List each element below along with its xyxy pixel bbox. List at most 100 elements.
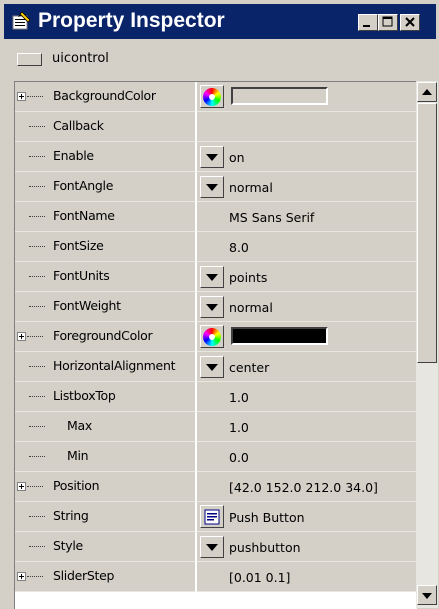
expand-icon[interactable] (17, 572, 26, 581)
property-row[interactable]: FontWeight normal (15, 292, 417, 322)
property-row[interactable]: Max 1.0 (15, 412, 417, 442)
color-picker-button[interactable] (200, 325, 224, 348)
tree-connector (29, 426, 45, 428)
property-name: FontSize (53, 238, 104, 253)
property-value[interactable]: 1.0 (229, 420, 249, 436)
property-value-cell[interactable]: 0.0 (196, 442, 417, 472)
dropdown-arrow-icon[interactable] (200, 176, 224, 198)
property-name: FontUnits (53, 268, 110, 283)
property-value[interactable]: normal (229, 180, 273, 196)
color-picker-button[interactable] (200, 85, 224, 108)
property-name-cell[interactable]: FontSize (15, 232, 195, 262)
property-name-cell[interactable]: FontUnits (15, 262, 195, 292)
property-value[interactable]: points (229, 270, 267, 286)
property-name-cell[interactable]: FontName (15, 202, 195, 232)
property-name-cell[interactable]: Position (15, 472, 195, 502)
scroll-down-button[interactable] (417, 585, 437, 605)
close-button[interactable] (400, 14, 420, 31)
minimize-button[interactable] (358, 14, 378, 31)
property-name-cell[interactable]: SliderStep (15, 562, 195, 592)
property-name-cell[interactable]: Callback (15, 112, 195, 142)
property-value-cell[interactable]: [42.0 152.0 212.0 34.0] (196, 472, 417, 502)
property-value[interactable]: normal (229, 300, 273, 316)
property-value-cell[interactable]: 8.0 (196, 232, 417, 262)
property-row[interactable]: ListboxTop 1.0 (15, 382, 417, 412)
property-name-cell[interactable]: Max (15, 412, 195, 442)
property-row[interactable]: Position [42.0 152.0 212.0 34.0] (15, 472, 417, 502)
string-editor-button[interactable] (200, 505, 224, 528)
property-value-cell[interactable]: pushbutton (196, 532, 417, 562)
property-name-cell[interactable]: FontWeight (15, 292, 195, 322)
property-value-cell[interactable]: normal (196, 292, 417, 322)
property-value-cell[interactable]: MS Sans Serif (196, 202, 417, 232)
property-value[interactable]: pushbutton (229, 540, 301, 556)
dropdown-arrow-icon[interactable] (200, 356, 224, 378)
scroll-up-button[interactable] (417, 82, 437, 102)
property-row[interactable]: SliderStep [0.01 0.1] (15, 562, 417, 592)
window-title: Property Inspector (38, 9, 225, 32)
tree-connector (29, 216, 45, 218)
scroll-thumb[interactable] (417, 103, 437, 363)
tree-connector (27, 336, 43, 338)
property-name-cell[interactable]: Min (15, 442, 195, 472)
color-swatch[interactable] (231, 87, 328, 105)
property-value-cell[interactable]: points (196, 262, 417, 292)
dropdown-arrow-icon[interactable] (200, 146, 224, 168)
property-name: FontName (53, 208, 115, 223)
property-value-cell[interactable] (196, 82, 417, 112)
property-value[interactable]: [0.01 0.1] (229, 570, 290, 586)
object-selector[interactable]: uicontrol (0, 39, 439, 79)
property-row[interactable]: Min 0.0 (15, 442, 417, 472)
property-value[interactable]: 8.0 (229, 240, 249, 256)
property-row[interactable]: HorizontalAlignment center (15, 352, 417, 382)
color-swatch[interactable] (231, 327, 328, 345)
property-row[interactable]: FontName MS Sans Serif (15, 202, 417, 232)
tree-connector (29, 516, 45, 518)
expand-icon[interactable] (17, 482, 26, 491)
property-row[interactable]: FontUnits points (15, 262, 417, 292)
property-row[interactable]: Style pushbutton (15, 532, 417, 562)
property-row[interactable]: BackgroundColor (15, 82, 417, 112)
property-name-cell[interactable]: String (15, 502, 195, 532)
property-name-cell[interactable]: HorizontalAlignment (15, 352, 195, 382)
property-value-cell[interactable]: on (196, 142, 417, 172)
property-row[interactable]: Enable on (15, 142, 417, 172)
property-value-cell[interactable] (196, 112, 417, 142)
property-name: ForegroundColor (53, 328, 153, 343)
tree-connector (29, 456, 45, 458)
property-name-cell[interactable]: Style (15, 532, 195, 562)
property-row[interactable]: ForegroundColor (15, 322, 417, 352)
maximize-button[interactable] (378, 14, 398, 31)
property-name-cell[interactable]: BackgroundColor (15, 82, 195, 112)
property-value-cell[interactable]: [0.01 0.1] (196, 562, 417, 592)
property-value[interactable]: 1.0 (229, 390, 249, 406)
property-value[interactable]: on (229, 150, 245, 166)
property-name-cell[interactable]: ListboxTop (15, 382, 195, 412)
property-value[interactable]: [42.0 152.0 212.0 34.0] (229, 480, 378, 496)
title-bar[interactable]: Property Inspector (4, 4, 436, 39)
property-row[interactable]: FontAngle normal (15, 172, 417, 202)
tree-connector (29, 246, 45, 248)
property-name-cell[interactable]: ForegroundColor (15, 322, 195, 352)
expand-icon[interactable] (17, 92, 26, 101)
property-value-cell[interactable]: Push Button (196, 502, 417, 532)
property-value-cell[interactable] (196, 322, 417, 352)
property-value[interactable]: MS Sans Serif (229, 210, 314, 226)
dropdown-arrow-icon[interactable] (200, 536, 224, 558)
property-name-cell[interactable]: Enable (15, 142, 195, 172)
property-row[interactable]: String Push Button (15, 502, 417, 532)
vertical-scrollbar[interactable] (416, 81, 438, 608)
property-value-cell[interactable]: center (196, 352, 417, 382)
dropdown-arrow-icon[interactable] (200, 266, 224, 288)
dropdown-arrow-icon[interactable] (200, 296, 224, 318)
property-value-cell[interactable]: 1.0 (196, 412, 417, 442)
property-value-cell[interactable]: 1.0 (196, 382, 417, 412)
property-row[interactable]: FontSize 8.0 (15, 232, 417, 262)
property-name-cell[interactable]: FontAngle (15, 172, 195, 202)
expand-icon[interactable] (17, 332, 26, 341)
property-value[interactable]: 0.0 (229, 450, 249, 466)
property-value-cell[interactable]: normal (196, 172, 417, 202)
property-value[interactable]: center (229, 360, 269, 376)
property-value[interactable]: Push Button (229, 510, 305, 526)
property-row[interactable]: Callback (15, 112, 417, 142)
